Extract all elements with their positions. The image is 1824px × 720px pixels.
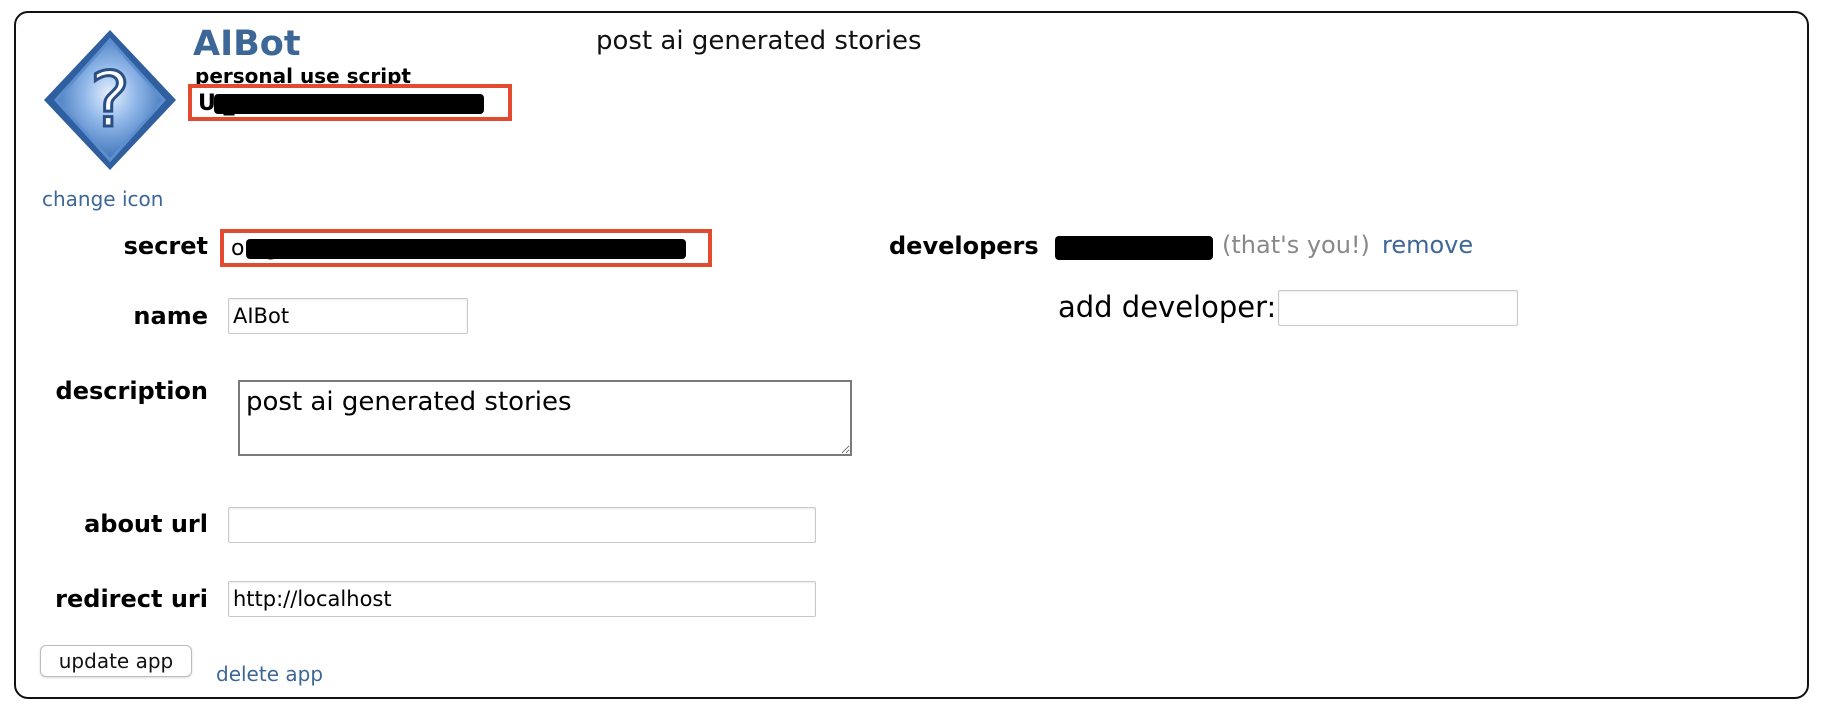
description-label: description [55, 377, 208, 405]
update-app-button[interactable]: update app [40, 645, 192, 677]
secret-label: secret [123, 232, 208, 260]
about-url-input[interactable] [228, 507, 816, 543]
about-url-label: about url [84, 510, 208, 538]
add-developer-input[interactable] [1278, 290, 1518, 326]
add-developer-label: add developer: [1058, 290, 1277, 324]
redirect-uri-label: redirect uri [55, 585, 208, 613]
svg-text:?: ? [90, 55, 130, 144]
remove-developer-link[interactable]: remove [1382, 231, 1473, 259]
secret-redaction [246, 239, 686, 259]
delete-app-link[interactable]: delete app [216, 662, 323, 686]
description-textarea[interactable]: post ai generated stories [238, 380, 852, 456]
change-icon-link[interactable]: change icon [42, 187, 163, 211]
client-id-redaction-box: U _w [188, 84, 512, 121]
name-input[interactable] [228, 298, 468, 334]
developer-name-redaction [1055, 236, 1213, 260]
client-id-redaction [214, 94, 484, 114]
name-label: name [133, 302, 208, 330]
app-name-title: AIBot [193, 24, 301, 64]
thats-you-note: (that's you!) [1222, 231, 1370, 259]
app-description-header: post ai generated stories [596, 26, 922, 56]
secret-redaction-box: o vg [220, 229, 712, 267]
redirect-uri-input[interactable] [228, 581, 816, 617]
app-icon: ? [40, 26, 180, 174]
developers-label: developers [889, 232, 1039, 260]
question-mark-diamond-icon: ? [44, 30, 176, 170]
